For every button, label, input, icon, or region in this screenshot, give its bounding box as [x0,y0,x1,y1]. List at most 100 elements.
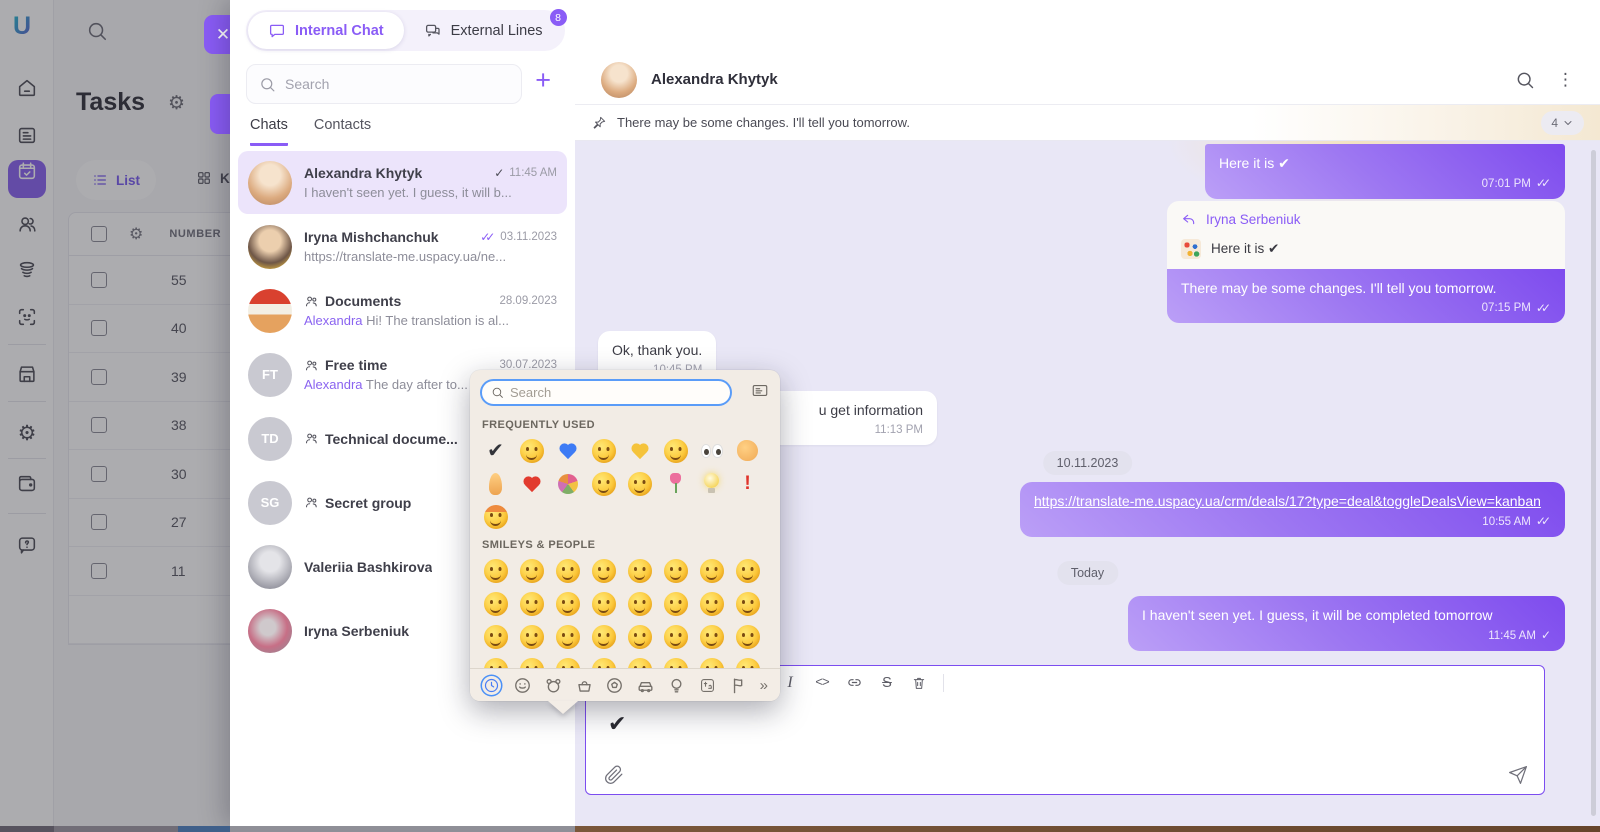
emoji-option[interactable] [662,656,689,668]
avatar [248,545,292,589]
emoji-option[interactable] [626,470,653,497]
avatar[interactable] [601,62,637,98]
emoji-option[interactable] [518,623,545,650]
emoji-option[interactable] [482,470,509,497]
code-button[interactable]: <> [814,675,830,690]
emoji-option[interactable] [518,590,545,617]
emoji-option[interactable] [590,470,617,497]
chat-list-item[interactable]: Alexandra Khytyk✓11:45 AMI haven't seen … [238,151,567,214]
emoji-option[interactable] [482,557,509,584]
emoji-category-symbols[interactable] [698,676,717,695]
emoji-option[interactable] [698,470,725,497]
emoji-option[interactable] [518,557,545,584]
chat-name: Valeriia Bashkirova [304,559,432,575]
emoji-option[interactable] [626,437,653,464]
chat-search[interactable] [246,64,522,104]
search-icon [259,76,276,93]
chat-search-input[interactable] [285,76,509,92]
trash-icon[interactable] [911,675,927,691]
link-icon[interactable] [846,674,863,691]
pinned-message-bar[interactable]: There may be some changes. I'll tell you… [575,105,1600,141]
emoji-option[interactable] [590,656,617,668]
emoji-option[interactable] [482,503,509,530]
emoji-option[interactable] [698,590,725,617]
chat-preview: Alexandra Hi! The translation is al... [304,313,557,328]
more-menu-icon[interactable]: ⋮ [1557,70,1574,90]
emoji-option[interactable] [698,656,725,668]
emoji-category-activity[interactable] [605,676,624,695]
emoji-option[interactable] [590,437,617,464]
emoji-category-smileys[interactable] [513,676,532,695]
new-chat-button[interactable]: + [535,67,551,94]
attach-file-icon[interactable] [604,765,624,785]
emoji-category-flags[interactable] [729,676,748,695]
reply-author: Iryna Serbeniuk [1206,210,1301,230]
toolbar-divider [943,674,944,692]
emoji-option[interactable] [482,590,509,617]
emoji-option[interactable] [734,623,761,650]
emoji-category-frequently-used[interactable] [482,676,501,695]
emoji-option[interactable] [482,656,509,668]
emoji-option[interactable] [698,623,725,650]
emoji-option[interactable] [662,437,689,464]
sent-message[interactable]: Here it is ✔07:01 PM✓✓ [1205,144,1565,199]
pinned-count-button[interactable]: 4 [1541,111,1584,135]
emoji-search[interactable] [480,379,732,406]
tab-contacts[interactable]: Contacts [314,117,371,146]
emoji-option[interactable] [626,590,653,617]
message-time: 07:15 PM [1482,300,1531,317]
emoji-option[interactable] [554,590,581,617]
search-in-chat-icon[interactable] [1515,70,1535,90]
scrollbar[interactable] [1591,150,1596,816]
emoji-option[interactable] [662,470,689,497]
emoji-option[interactable] [590,557,617,584]
emoji-option[interactable] [518,656,545,668]
emoji-search-input[interactable] [510,385,721,400]
emoji-more-categories[interactable]: » [760,678,768,693]
chat-list-item[interactable]: Iryna Mishchanchuk✓✓03.11.2023https://tr… [238,215,567,278]
emoji-option[interactable]: ✔ [482,437,509,464]
emoji-option[interactable] [626,656,653,668]
app-root: U ⚙ Tasks ⚙ List Ka ⚙ NUM [0,0,1600,832]
emoji-option[interactable] [626,623,653,650]
emoji-option[interactable] [734,557,761,584]
message-link[interactable]: https://translate-me.uspacy.ua/crm/deals… [1034,493,1541,509]
emoji-option[interactable] [590,590,617,617]
composer-input[interactable]: ✔ [586,699,1544,735]
emoji-category-objects[interactable] [667,676,686,695]
emoji-option[interactable] [662,557,689,584]
emoji-category-travel[interactable] [636,676,655,695]
emoji-option[interactable] [626,557,653,584]
character-viewer-icon[interactable] [750,382,770,399]
emoji-option[interactable]: ! [734,470,761,497]
chat-list-item[interactable]: Documents28.09.2023Alexandra Hi! The tra… [238,279,567,342]
emoji-option[interactable] [482,623,509,650]
emoji-option[interactable] [518,470,545,497]
emoji-option[interactable] [662,623,689,650]
emoji-option[interactable] [554,656,581,668]
emoji-option[interactable] [662,590,689,617]
emoji-option[interactable] [698,437,725,464]
send-message-icon[interactable] [1508,765,1528,785]
emoji-option[interactable] [734,590,761,617]
emoji-option[interactable] [698,557,725,584]
emoji-category-food[interactable] [575,676,594,695]
tab-external-lines[interactable]: External Lines 8 [404,12,563,49]
italic-button[interactable]: I [782,674,798,692]
emoji-option[interactable] [554,623,581,650]
emoji-option[interactable] [554,557,581,584]
emoji-option[interactable] [734,656,761,668]
tab-chats[interactable]: Chats [250,117,288,146]
sent-message[interactable]: I haven't seen yet. I guess, it will be … [1128,596,1565,651]
emoji-category-animals[interactable] [544,676,563,695]
emoji-option[interactable] [734,437,761,464]
emoji-option[interactable] [518,437,545,464]
emoji-option[interactable] [554,437,581,464]
reply-quote[interactable]: Iryna Serbeniuk Here it is ✔ [1167,201,1565,269]
strikethrough-button[interactable]: S [879,675,895,691]
emoji-option[interactable] [590,623,617,650]
sent-message[interactable]: https://translate-me.uspacy.ua/crm/deals… [1020,482,1565,537]
emoji-option[interactable] [554,470,581,497]
tab-internal-chat[interactable]: Internal Chat [248,12,404,49]
sent-message[interactable]: Iryna Serbeniuk Here it is ✔ There may b… [1167,201,1565,323]
